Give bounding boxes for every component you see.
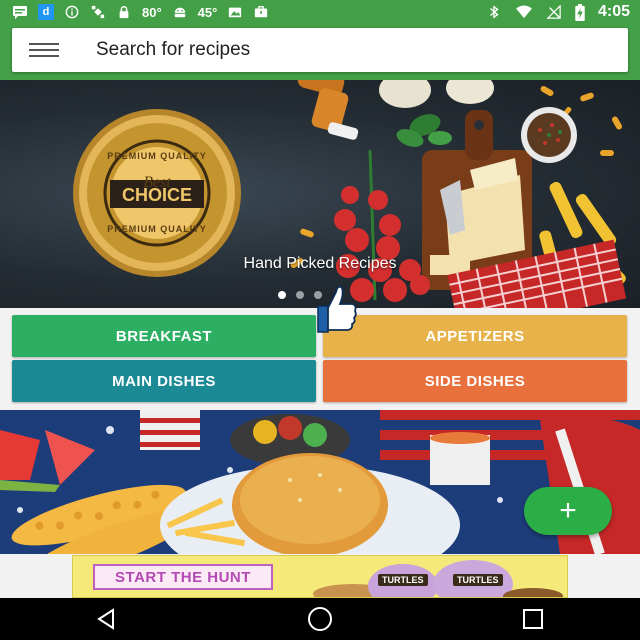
recents-icon — [523, 609, 544, 629]
recents-button[interactable] — [503, 598, 563, 640]
system-nav-bar — [0, 598, 640, 640]
badge-line-2: CHOICE — [121, 185, 192, 205]
carousel-dot[interactable] — [296, 291, 304, 299]
side-dishes-button[interactable]: SIDE DISHES — [323, 360, 627, 402]
ad-banner[interactable]: START THE HUNT TURTLES TURTLES — [72, 555, 568, 598]
message-icon — [13, 6, 27, 19]
plus-icon: + — [559, 494, 577, 527]
back-icon — [96, 608, 114, 630]
bluetooth-icon — [490, 5, 499, 19]
photo-icon — [229, 7, 242, 18]
temperature-2: 45° — [197, 4, 218, 20]
wifi-icon — [516, 5, 532, 19]
back-button[interactable] — [77, 598, 137, 640]
appetizers-button[interactable]: APPETIZERS — [323, 315, 627, 357]
hero-image — [73, 80, 627, 308]
status-bar: d 80° 45° 4:05 — [0, 0, 640, 24]
app-screen: d 80° 45° 4:05 Search for recipes PREMIU… — [0, 0, 640, 640]
temperature-1: 80° — [142, 4, 162, 20]
hamburger-menu-icon[interactable] — [12, 28, 76, 72]
ad-brand-label: TURTLES — [378, 574, 428, 586]
hero-caption: Hand Picked Recipes — [243, 255, 397, 272]
ad-cta-button[interactable]: START THE HUNT — [93, 564, 273, 590]
hero-banner[interactable]: PREMIUM QUALITY Best CHOICE PREMIUM QUAL… — [0, 80, 640, 308]
search-bar[interactable]: Search for recipes — [12, 28, 628, 72]
briefcase-icon — [255, 6, 268, 18]
breakfast-button[interactable]: BREAKFAST — [12, 315, 316, 357]
info-icon — [65, 5, 79, 19]
d-app-icon: d — [38, 4, 54, 20]
add-recipe-button[interactable]: + — [524, 487, 612, 535]
no-signal-icon — [546, 5, 561, 19]
ad-brand-label: TURTLES — [453, 574, 503, 586]
thumbs-up-icon[interactable] — [316, 282, 358, 334]
badge-top-text: PREMIUM QUALITY — [107, 151, 207, 161]
home-button[interactable] — [290, 598, 350, 640]
android-icon — [174, 7, 185, 18]
search-input[interactable]: Search for recipes — [96, 39, 250, 61]
badge-bottom-text: PREMIUM QUALITY — [107, 224, 207, 234]
main-dishes-button[interactable]: MAIN DISHES — [12, 360, 316, 402]
lock-icon — [119, 6, 129, 19]
satellite-icon — [91, 5, 105, 19]
battery-charging-icon — [575, 3, 585, 21]
carousel-dot[interactable] — [278, 291, 286, 299]
home-icon — [307, 607, 332, 631]
clock: 4:05 — [597, 3, 630, 20]
